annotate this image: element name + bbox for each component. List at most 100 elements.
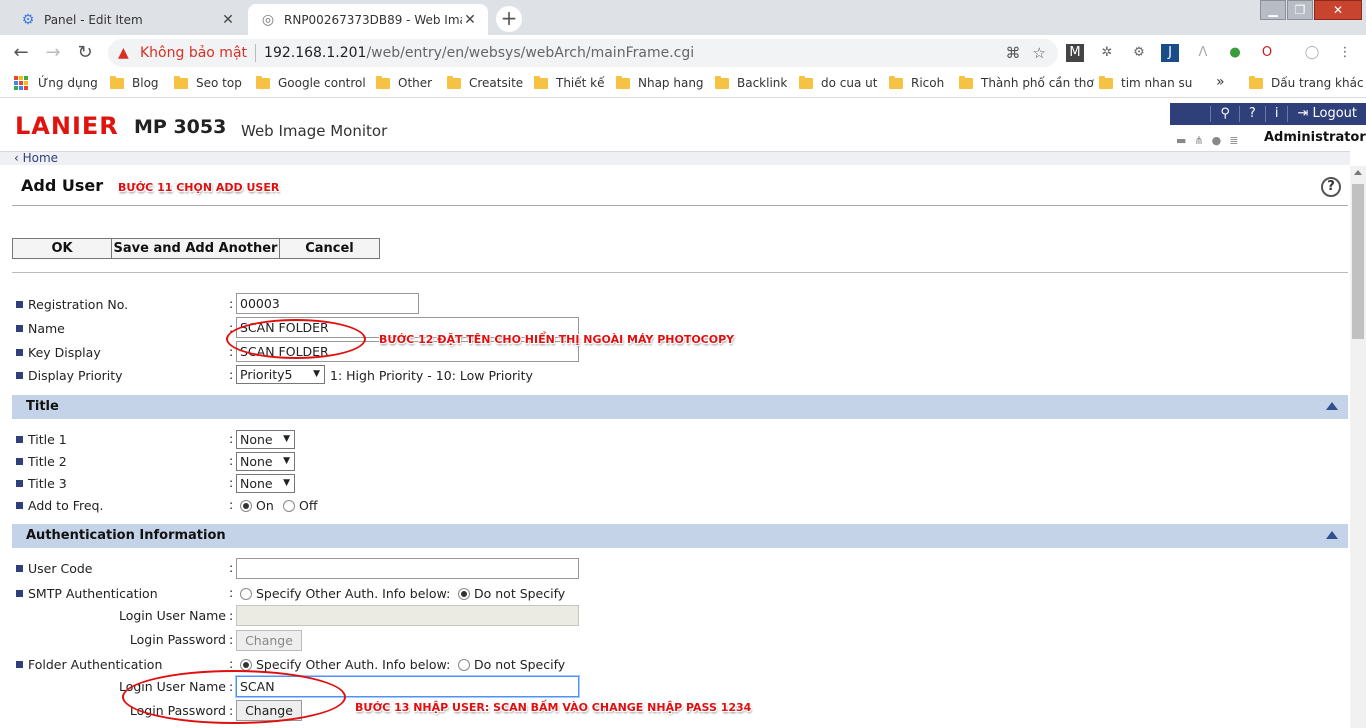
- address-bar[interactable]: ▲ Không bảo mật 192.168.1.201/web/entry/…: [108, 39, 1058, 67]
- section-heading: Title: [26, 399, 59, 414]
- bookmark-folder[interactable]: Backlink: [715, 75, 787, 90]
- colon: :: [229, 497, 234, 512]
- folder-icon: [1099, 75, 1113, 89]
- bookmarks-overflow-button[interactable]: »: [1216, 74, 1225, 90]
- bookmark-label: Thiết kế: [556, 76, 605, 90]
- tab-panel-edit-item[interactable]: ⚙ Panel - Edit Item ✕: [8, 4, 246, 35]
- section-heading: Authentication Information: [26, 528, 226, 543]
- bullet-icon: [16, 371, 23, 379]
- bookmark-folder[interactable]: Thành phố cần thơ: [959, 75, 1094, 90]
- smtp-login-user-field[interactable]: [236, 605, 579, 626]
- bookmark-folder[interactable]: tim nhan su: [1099, 75, 1192, 90]
- action-buttons: OK Save and Add Another Cancel: [12, 238, 380, 259]
- title3-select[interactable]: None ▼: [236, 474, 295, 493]
- extension-settings-icon[interactable]: ⚙: [1130, 44, 1148, 62]
- bookmark-folder[interactable]: Thiết kế: [534, 75, 605, 90]
- back-icon[interactable]: ←: [10, 42, 32, 64]
- folder-specify-radio[interactable]: Specify Other Auth. Info below:: [240, 657, 450, 672]
- collapse-icon[interactable]: [1326, 402, 1338, 410]
- bullet-icon: [16, 589, 23, 597]
- security-warning[interactable]: Không bảo mật: [140, 45, 247, 61]
- folder-do-not-specify-radio[interactable]: Do not Specify: [458, 657, 565, 672]
- bookmark-other[interactable]: Dấu trang khác: [1249, 75, 1364, 90]
- reload-icon[interactable]: ↻: [74, 42, 96, 64]
- menu-icon[interactable]: ⋮: [1336, 44, 1354, 62]
- extension-m-icon[interactable]: M: [1066, 44, 1084, 62]
- overflow-label: »: [1216, 74, 1225, 90]
- smtp-do-not-specify-radio[interactable]: Do not Specify: [458, 586, 565, 601]
- name-label: Name: [28, 320, 65, 336]
- tab-web-image-monitor[interactable]: ◎ RNP00267373DB89 - Web Image ✕: [248, 4, 488, 35]
- title2-select[interactable]: None ▼: [236, 452, 295, 471]
- extension-globe-icon[interactable]: ●: [1226, 44, 1244, 62]
- bookmark-folder[interactable]: Nhap hang: [616, 75, 704, 90]
- freq-on-radio[interactable]: On: [240, 498, 274, 513]
- freq-off-radio[interactable]: Off: [283, 498, 317, 513]
- bookmark-folder[interactable]: Seo top: [174, 75, 242, 90]
- help-icon[interactable]: ?: [1321, 177, 1341, 197]
- status-icons: ▬ ⋔ ● ≣: [1176, 134, 1238, 147]
- bookmark-folder[interactable]: Creatsite: [447, 75, 523, 90]
- extension-j-icon[interactable]: J: [1161, 44, 1179, 62]
- priority-hint: 1: High Priority - 10: Low Priority: [330, 368, 533, 383]
- colon: :: [229, 296, 234, 311]
- colon: :: [229, 656, 234, 671]
- divider: [12, 205, 1348, 206]
- bookmarks-bar: Ứng dụng Blog Seo top Google control Oth…: [0, 70, 1366, 98]
- close-tab-icon[interactable]: ✕: [220, 12, 236, 28]
- close-tab-icon[interactable]: ✕: [462, 12, 478, 28]
- user-code-field[interactable]: [236, 558, 579, 579]
- title2-label: Title 2: [28, 453, 67, 469]
- forward-icon[interactable]: →: [42, 42, 64, 64]
- scroll-thumb[interactable]: [1352, 184, 1364, 339]
- help-question-icon[interactable]: ?: [1238, 106, 1265, 122]
- info-icon[interactable]: i: [1264, 106, 1288, 122]
- form-row: Title 1: [16, 429, 67, 449]
- bookmark-folder[interactable]: Blog: [110, 75, 159, 90]
- close-window-button[interactable]: ✕: [1314, 0, 1362, 20]
- new-tab-button[interactable]: +: [496, 6, 522, 32]
- vertical-scrollbar[interactable]: [1350, 166, 1366, 728]
- search-icon[interactable]: ⚲: [1210, 106, 1239, 122]
- bookmark-folder[interactable]: Other: [376, 75, 432, 90]
- logout-button[interactable]: ⇥ Logout: [1287, 106, 1366, 122]
- bookmark-star-icon[interactable]: ☆: [1033, 44, 1046, 62]
- translate-icon[interactable]: ⌘: [1006, 44, 1021, 62]
- profile-avatar[interactable]: ◯: [1303, 44, 1321, 62]
- extension-a-icon[interactable]: Λ: [1194, 44, 1212, 62]
- extension-gear-icon[interactable]: ✲: [1098, 44, 1116, 62]
- minimize-button[interactable]: ▁: [1260, 0, 1286, 20]
- bookmark-label: Dấu trang khác: [1271, 76, 1364, 90]
- home-link[interactable]: Home: [23, 151, 58, 165]
- colon: :: [229, 431, 234, 446]
- smtp-change-password-button[interactable]: Change: [236, 630, 302, 651]
- bookmark-folder[interactable]: Ricoh: [889, 75, 944, 90]
- display-priority-select[interactable]: Priority5 ▼: [236, 365, 325, 384]
- form-row: User Code: [16, 558, 92, 578]
- tab-title: RNP00267373DB89 - Web Image: [284, 12, 462, 27]
- registration-no-field[interactable]: 00003: [236, 293, 419, 314]
- cancel-button[interactable]: Cancel: [280, 238, 380, 259]
- bookmark-apps[interactable]: Ứng dụng: [14, 76, 98, 90]
- scroll-up-arrow-icon[interactable]: [1354, 170, 1362, 175]
- bookmark-folder[interactable]: do cua ut: [799, 75, 877, 90]
- display-priority-label: Display Priority: [28, 367, 123, 383]
- save-and-add-another-button[interactable]: Save and Add Another: [112, 238, 280, 259]
- folder-icon: [447, 75, 461, 89]
- ok-button[interactable]: OK: [12, 238, 112, 259]
- bookmark-folder[interactable]: Google control: [256, 75, 366, 90]
- radio-unselected-icon: [240, 587, 252, 600]
- extension-opera-icon[interactable]: O: [1258, 44, 1276, 62]
- collapse-icon[interactable]: [1326, 531, 1338, 539]
- folder-icon: [1249, 75, 1263, 89]
- colon: :: [229, 475, 234, 490]
- maximize-button[interactable]: ❐: [1287, 0, 1313, 20]
- title1-select[interactable]: None ▼: [236, 430, 295, 449]
- page-title: Add User: [21, 176, 104, 195]
- header-toolbar: ⚲ ? i ⇥ Logout: [1170, 103, 1366, 125]
- folder-icon: [174, 75, 188, 89]
- smtp-specify-radio[interactable]: Specify Other Auth. Info below:: [240, 586, 450, 601]
- bullet-icon: [16, 300, 23, 308]
- url-path: /web/entry/en/websys/webArch/mainFrame.c…: [366, 45, 695, 61]
- divider: [12, 272, 1348, 273]
